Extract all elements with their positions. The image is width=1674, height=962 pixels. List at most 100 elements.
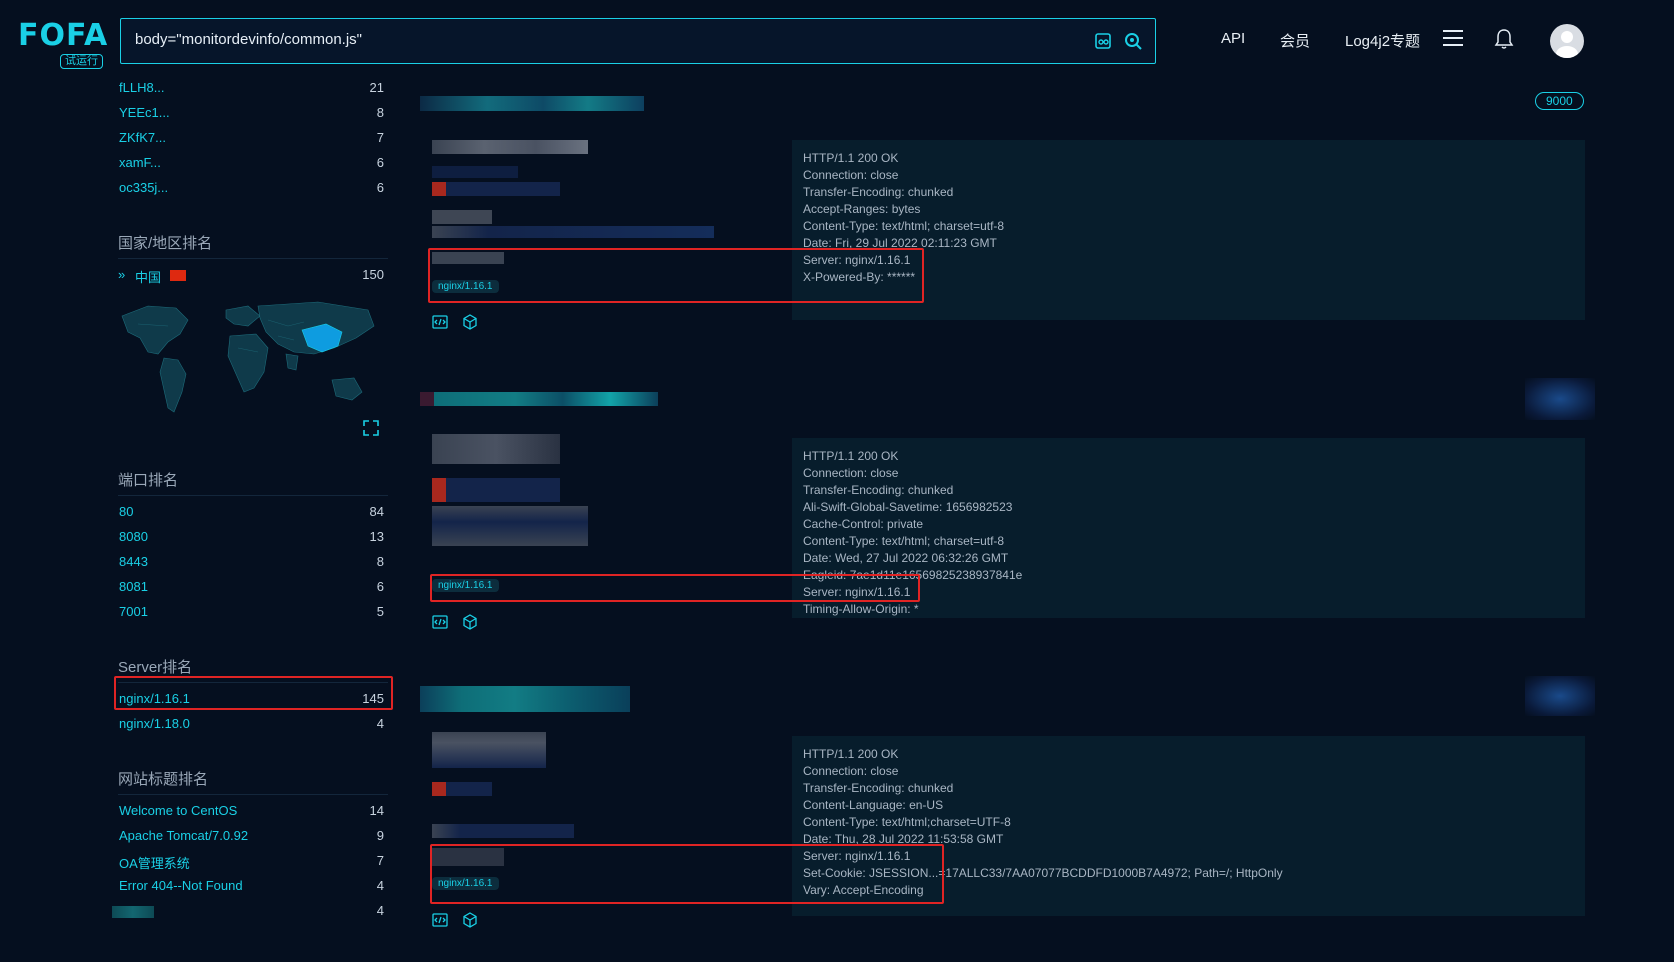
aggregation-sidebar: fLLH8... 21 YEEc1... 8 ZKfK7... 7 xamF... 6 … [112, 80, 388, 928]
server-row[interactable]: nginx/1.18.0 4 [118, 716, 388, 741]
cube-icon[interactable] [462, 912, 478, 928]
redacted-title [420, 686, 630, 712]
port-count: 5 [376, 604, 384, 619]
user-avatar[interactable] [1550, 24, 1584, 58]
redacted-title [420, 96, 644, 111]
redacted-info [432, 166, 518, 178]
port-label[interactable]: 8081 [119, 579, 148, 594]
top-item-label[interactable]: fLLH8... [119, 80, 165, 95]
redacted-info [432, 210, 492, 224]
header-line: HTTP/1.1 200 OK [803, 449, 899, 463]
title-label[interactable]: Welcome to CentOS [119, 803, 237, 818]
port-label[interactable]: 8443 [119, 554, 148, 569]
fofa-logo[interactable]: FOFA 试运行 [18, 18, 108, 70]
redacted-info [1525, 378, 1595, 420]
top-item-count: 7 [376, 130, 384, 145]
port-label[interactable]: 8080 [119, 529, 148, 544]
port-row[interactable]: 8080 13 [118, 529, 388, 554]
redacted-title [112, 906, 154, 918]
header-line: Accept-Ranges: bytes [803, 202, 921, 216]
code-icon[interactable] [432, 314, 448, 330]
code-icon[interactable] [432, 912, 448, 928]
port-row[interactable]: 80 84 [118, 504, 388, 529]
port-row[interactable]: 8081 6 [118, 579, 388, 604]
redacted-info [432, 478, 560, 502]
top-item-label[interactable]: ZKfK7... [119, 130, 166, 145]
search-bar [120, 18, 1156, 64]
nav-api[interactable]: API [1221, 30, 1245, 47]
port-badge[interactable]: 9000 [1535, 92, 1584, 110]
highlight-box [430, 844, 944, 904]
fullscreen-icon[interactable] [362, 419, 380, 442]
search-input[interactable] [135, 31, 1075, 48]
search-icon[interactable] [1123, 31, 1143, 51]
top-item-count: 6 [376, 155, 384, 170]
nav-log4j2[interactable]: Log4j2专题 [1345, 30, 1420, 51]
header-line: Transfer-Encoding: chunked [803, 483, 954, 497]
server-label[interactable]: nginx/1.18.0 [119, 716, 190, 731]
port-label[interactable]: 80 [119, 504, 133, 519]
header-line: Transfer-Encoding: chunked [803, 781, 954, 795]
redacted-info [432, 434, 560, 464]
header-line: Content-Type: text/html; charset=utf-8 [803, 219, 1005, 233]
header-line: Content-Language: en-US [803, 798, 944, 812]
title-label[interactable]: Apache Tomcat/7.0.92 [119, 828, 248, 843]
title-row[interactable]: OA管理系统 7 [118, 853, 388, 878]
redacted-info [432, 140, 588, 154]
redacted-info [432, 506, 588, 546]
china-flag-icon [170, 270, 186, 281]
cube-icon[interactable] [462, 614, 478, 630]
port-label[interactable]: 7001 [119, 604, 148, 619]
title-label[interactable]: Error 404--Not Found [119, 878, 243, 893]
top-header: FOFA 试运行 API 会员 Log4j2专题 [0, 0, 1674, 82]
port-count: 13 [369, 529, 384, 544]
top-item-label[interactable]: oc335j... [119, 180, 168, 195]
title-ranking-title: 网站标题排名 [118, 765, 388, 795]
country-ranking-title: 国家/地区排名 [118, 229, 388, 259]
title-count: 7 [376, 853, 384, 868]
top-item-label[interactable]: YEEc1... [119, 105, 170, 120]
title-row[interactable]: Error 404--Not Found 4 [118, 878, 388, 903]
world-map[interactable] [118, 296, 382, 436]
menu-icon[interactable] [1443, 30, 1463, 48]
redacted-info [432, 824, 574, 838]
code-icon[interactable] [432, 614, 448, 630]
image-search-icon[interactable] [1093, 31, 1113, 51]
country-label[interactable]: 中国 [135, 267, 161, 286]
header-line: Connection: close [803, 466, 899, 480]
header-line: Ali-Swift-Global-Savetime: 1656982523 [803, 500, 1013, 514]
bell-icon[interactable] [1494, 28, 1514, 50]
beta-badge: 试运行 [60, 54, 103, 69]
top-item-label[interactable]: xamF... [119, 155, 161, 170]
top-item-row[interactable]: YEEc1... 8 [118, 105, 388, 130]
top-item-row[interactable]: xamF... 6 [118, 155, 388, 180]
title-row[interactable]: 4 [112, 903, 388, 928]
header-line: HTTP/1.1 200 OK [803, 151, 899, 165]
port-row[interactable]: 8443 8 [118, 554, 388, 579]
title-label[interactable]: OA管理系统 [119, 853, 190, 872]
title-count: 4 [376, 878, 384, 893]
port-count: 84 [369, 504, 384, 519]
title-row[interactable]: Apache Tomcat/7.0.92 9 [118, 828, 388, 853]
title-count: 14 [369, 803, 384, 818]
nav-membership[interactable]: 会员 [1280, 30, 1310, 51]
top-item-row[interactable]: oc335j... 6 [118, 180, 388, 205]
header-line: Date: Wed, 27 Jul 2022 06:32:26 GMT [803, 551, 1009, 565]
redacted-info [432, 226, 714, 238]
chevron-right-icon: » [118, 267, 126, 282]
header-line: Transfer-Encoding: chunked [803, 185, 954, 199]
title-row[interactable]: Welcome to CentOS 14 [118, 803, 388, 828]
redacted-title [420, 392, 658, 406]
port-row[interactable]: 7001 5 [118, 604, 388, 629]
cube-icon[interactable] [462, 314, 478, 330]
server-count: 4 [376, 716, 384, 731]
top-item-row[interactable]: ZKfK7... 7 [118, 130, 388, 155]
header-line: Content-Type: text/html; charset=utf-8 [803, 534, 1005, 548]
redacted-info [432, 182, 560, 196]
title-count: 9 [376, 828, 384, 843]
country-row[interactable]: » 中国 150 [118, 267, 388, 292]
top-item-row[interactable]: fLLH8... 21 [118, 80, 388, 105]
header-line: Content-Type: text/html;charset=UTF-8 [803, 815, 1011, 829]
header-line: Cache-Control: private [803, 517, 924, 531]
highlight-box [428, 248, 924, 303]
